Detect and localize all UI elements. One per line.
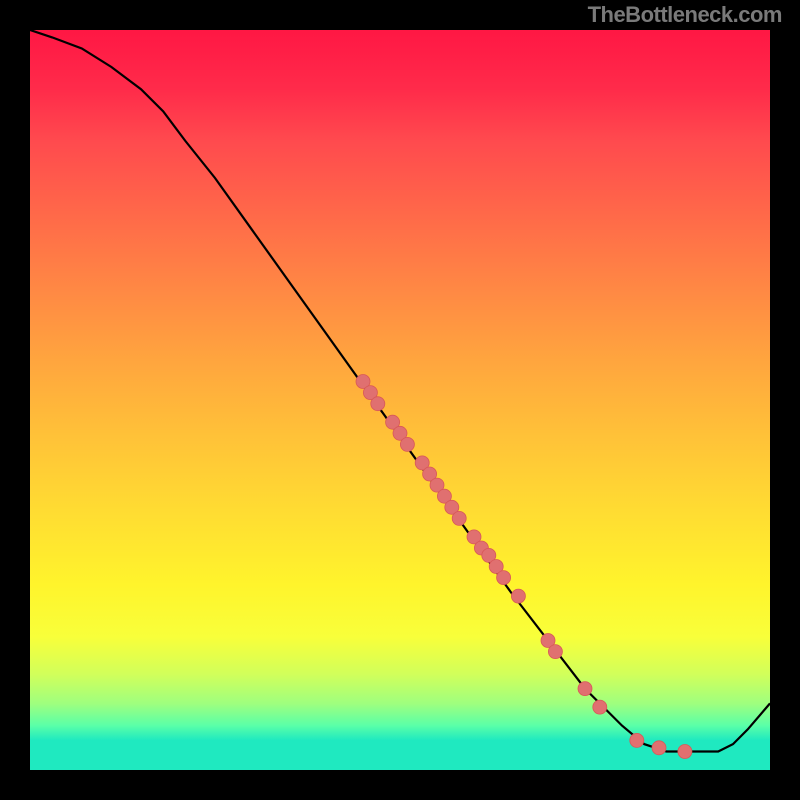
scatter-point: [678, 745, 692, 759]
scatter-point: [578, 682, 592, 696]
scatter-point: [400, 437, 414, 451]
chart-plot-area: [30, 30, 770, 770]
scatter-point: [652, 741, 666, 755]
scatter-point: [548, 645, 562, 659]
scatter-point: [593, 700, 607, 714]
chart-svg: [30, 30, 770, 770]
scatter-point: [497, 571, 511, 585]
scatter-point: [511, 589, 525, 603]
watermark-text: TheBottleneck.com: [588, 2, 782, 28]
scatter-point: [630, 733, 644, 747]
scatter-point: [371, 397, 385, 411]
chart-curve: [30, 30, 770, 752]
chart-scatter-points: [356, 375, 692, 759]
scatter-point: [452, 511, 466, 525]
